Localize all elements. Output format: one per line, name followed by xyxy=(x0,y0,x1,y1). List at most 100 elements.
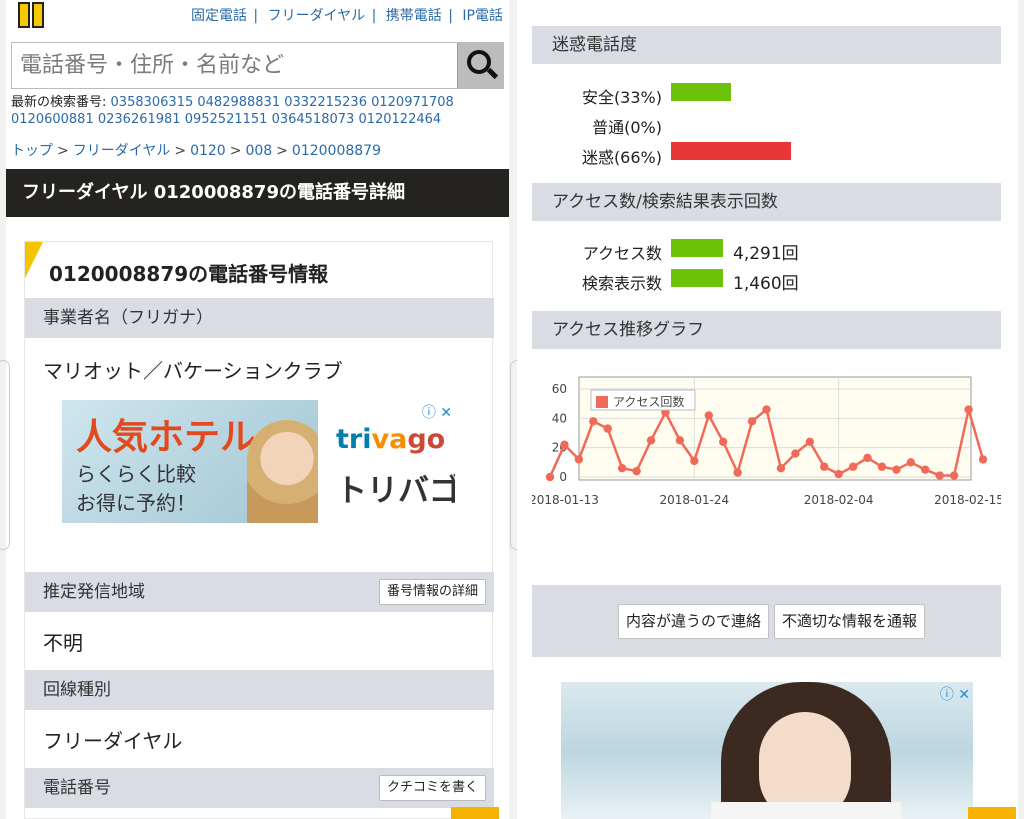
recent-number[interactable]: 0952521151 xyxy=(185,112,268,127)
breadcrumb-freedial[interactable]: フリーダイヤル xyxy=(73,143,171,159)
access-trend-header: アクセス推移グラフ xyxy=(532,311,1001,349)
search-input[interactable] xyxy=(12,43,458,88)
write-review-button[interactable]: クチコミを書く xyxy=(378,775,486,801)
report-inappropriate-button[interactable]: 不適切な情報を通報 xyxy=(774,604,926,639)
recent-number[interactable]: 0482988831 xyxy=(197,95,280,110)
data-point xyxy=(603,424,612,433)
data-point xyxy=(921,465,930,474)
access-count-header: アクセス数/検索結果表示回数 xyxy=(532,183,1001,221)
chart-canvas: 0204060 2018-01-13 2018-01-24 2018-02-04 20… xyxy=(532,376,1001,507)
x-tick-label: 2018-02-15 xyxy=(934,493,1001,507)
bottom-ad-banner[interactable]: ⓘ ✕ xyxy=(561,682,973,819)
search-button[interactable] xyxy=(457,43,503,88)
link-separator: | xyxy=(448,8,453,24)
line-type-header: 回線種別 xyxy=(25,670,494,710)
page-title: フリーダイヤル 0120008879の電話番号詳細 xyxy=(6,169,509,217)
number-info-card: 0120008879の電話番号情報 事業者名（フリガナ） マリオット／バケーショ… xyxy=(24,241,494,819)
report-wrong-info-button[interactable]: 内容が違うので連絡 xyxy=(618,604,770,639)
ad-line: お得に予約！ xyxy=(76,491,196,515)
data-point xyxy=(733,468,742,477)
search-display-bar xyxy=(671,269,723,287)
hotel-ad-banner[interactable]: 人気ホテル らくらく比較 お得に予約！ trivago トリバゴ ⓘ ✕ xyxy=(62,400,455,523)
ad-close-icon[interactable]: ✕ xyxy=(440,405,452,421)
data-point xyxy=(776,464,786,473)
recent-number[interactable]: 0364518073 xyxy=(272,112,355,127)
ad-controls: ⓘ ✕ xyxy=(422,402,452,422)
recent-number[interactable]: 0358306315 xyxy=(111,95,194,110)
left-pane: 固定電話 | フリーダイヤル | 携帯電話 | IP電話 最新の検索番号: 03… xyxy=(6,0,509,819)
link-landline[interactable]: 固定電話 xyxy=(191,8,247,24)
data-point xyxy=(646,436,656,445)
y-tick-label: 0 xyxy=(559,470,567,484)
breadcrumb-separator: > xyxy=(229,143,242,159)
data-point xyxy=(574,455,584,464)
data-point xyxy=(617,464,627,473)
logo-book-icon xyxy=(18,2,30,28)
breadcrumb-008[interactable]: 008 xyxy=(245,143,272,159)
region-value: 不明 xyxy=(43,631,83,655)
x-tick-labels: 2018-01-13 2018-01-24 2018-02-04 2018-02-15 xyxy=(532,493,1001,507)
x-tick-label: 2018-02-04 xyxy=(804,493,874,507)
ad-brand-kana: トリバゴ xyxy=(336,473,455,509)
nuisance-level-header: 迷惑電話度 xyxy=(532,26,1001,64)
data-point xyxy=(863,453,872,463)
ad-photo-shirt xyxy=(711,802,901,819)
recent-number[interactable]: 0120122464 xyxy=(358,112,441,127)
phone-number-header: 電話番号 クチコミを書く xyxy=(25,768,494,808)
data-point xyxy=(791,449,800,458)
data-point xyxy=(690,456,699,466)
recent-number[interactable]: 0120600881 xyxy=(11,112,94,127)
nuisance-bar xyxy=(671,142,792,160)
recent-number[interactable]: 0120971708 xyxy=(371,95,454,110)
line-type-value: フリーダイヤル xyxy=(43,729,183,753)
data-point xyxy=(632,466,641,476)
breadcrumb: トップ > フリーダイヤル >0120 >008 >0120008879 xyxy=(11,140,381,160)
region-header: 推定発信地域 番号情報の詳細 xyxy=(25,572,494,612)
x-tick-label: 2018-01-24 xyxy=(659,493,729,507)
logo-book-icon xyxy=(32,2,44,28)
business-name-label: 事業者名（フリガナ） xyxy=(43,308,213,328)
orange-tab[interactable] xyxy=(451,807,499,819)
recent-number[interactable]: 0236261981 xyxy=(98,112,181,127)
link-freedial[interactable]: フリーダイヤル xyxy=(268,8,366,24)
link-ip-phone[interactable]: IP電話 xyxy=(462,8,503,24)
ad-model-image xyxy=(247,420,327,523)
data-point xyxy=(704,411,713,420)
site-logo[interactable] xyxy=(14,2,50,30)
safe-label: 安全(33%) xyxy=(581,88,662,107)
link-mobile[interactable]: 携帯電話 xyxy=(386,8,442,24)
link-separator: | xyxy=(371,8,377,24)
link-separator: | xyxy=(253,8,259,24)
category-links: 固定電話 | フリーダイヤル | 携帯電話 | IP電話 xyxy=(188,5,503,25)
data-point xyxy=(719,437,728,446)
corner-accent xyxy=(25,242,43,278)
search-icon-handle xyxy=(486,67,499,80)
number-details-button[interactable]: 番号情報の詳細 xyxy=(378,579,486,605)
legend: アクセス回数 xyxy=(590,389,696,411)
data-point xyxy=(560,440,569,449)
data-point xyxy=(949,471,959,480)
breadcrumb-separator: > xyxy=(174,143,187,159)
card-title: 0120008879の電話番号情報 xyxy=(49,262,329,286)
access-trend-chart: 0 20 40 60 2018-01-13 2018-01-24 2018-02-04 20… xyxy=(532,350,1001,585)
ad-info-icon[interactable]: ⓘ xyxy=(940,687,954,703)
recent-number[interactable]: 0332215236 xyxy=(284,95,367,110)
orange-tab[interactable] xyxy=(968,807,1016,819)
data-point xyxy=(805,437,814,446)
ad-info-icon[interactable]: ⓘ xyxy=(422,405,436,421)
data-point xyxy=(834,469,843,479)
access-count-bar xyxy=(671,239,723,257)
recent-searches: 最新の検索番号: 0358306315 0482988831 033221523… xyxy=(11,94,507,128)
breadcrumb-current[interactable]: 0120008879 xyxy=(292,143,381,159)
breadcrumb-0120[interactable]: 0120 xyxy=(190,143,226,159)
breadcrumb-separator: > xyxy=(276,143,288,159)
ad-headline: 人気ホテル xyxy=(76,417,257,458)
breadcrumb-top[interactable]: トップ xyxy=(11,143,53,159)
ad-close-icon[interactable]: ✕ xyxy=(958,687,970,703)
safe-bar xyxy=(671,83,732,101)
left-edge-handle xyxy=(0,360,10,550)
trivago-logo: trivago xyxy=(336,424,446,455)
data-point xyxy=(820,462,829,471)
line-type-label: 回線種別 xyxy=(43,680,111,700)
data-point xyxy=(675,436,685,445)
